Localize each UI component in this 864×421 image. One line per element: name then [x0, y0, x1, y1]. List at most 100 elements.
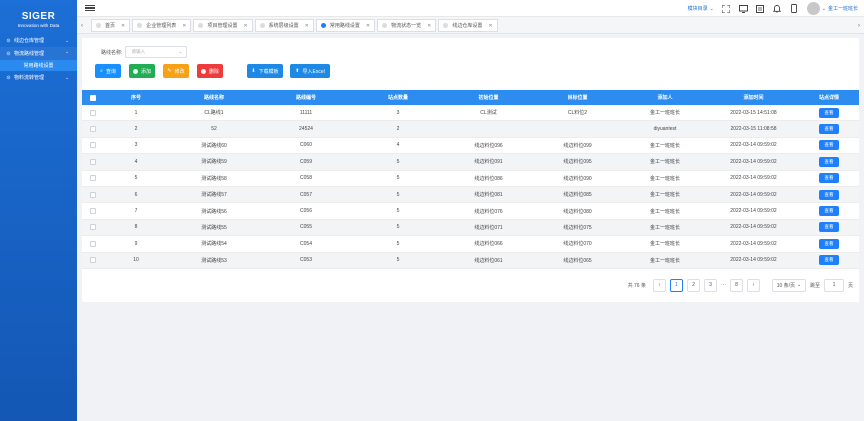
tab-logistics-status[interactable]: 物流状态一览 ✕: [377, 19, 437, 32]
chevron-left-icon[interactable]: ‹: [77, 17, 87, 34]
close-icon[interactable]: ✕: [427, 23, 431, 29]
table-body: 1 CL路线1 11111 3 CL测试 CL料位2 金工一班班长 2022-03-15 14…: [82, 105, 859, 269]
tab-warehouse-settings[interactable]: 线边仓库设置 ✕: [438, 19, 498, 32]
view-button[interactable]: 查看: [819, 140, 839, 151]
cell-route-name: 测试路线60: [201, 142, 227, 149]
view-button[interactable]: 查看: [819, 255, 839, 266]
page-size-select[interactable]: 10 条/页 ⌄: [771, 278, 806, 292]
next-page-button[interactable]: ›: [746, 278, 760, 292]
cell-index: 2: [134, 126, 138, 133]
view-button[interactable]: 查看: [819, 124, 839, 135]
cell-added-by: 金工一班班长: [649, 257, 680, 264]
tab-dot-icon: [382, 23, 388, 28]
view-button[interactable]: 查看: [819, 222, 839, 233]
query-button[interactable]: ⌕ 查询: [95, 64, 121, 78]
close-icon[interactable]: ✕: [243, 23, 247, 29]
sidebar-item-route-management[interactable]: ⊙ 物流路线管理 ⌃: [0, 47, 77, 60]
cell-start: 线边料位081: [474, 192, 503, 199]
page-button[interactable]: 3: [703, 278, 717, 292]
cell-target: 线边料位065: [563, 257, 592, 264]
goto-page-input[interactable]: 1: [823, 278, 844, 292]
user-menu[interactable]: ⌄ 金工一班班长: [806, 2, 858, 15]
cell-added-by: diyuantest: [653, 126, 677, 133]
view-button[interactable]: 查看: [819, 107, 839, 118]
tab-project-settings[interactable]: 项目管理设置 ✕: [193, 19, 253, 32]
prev-page-button[interactable]: ‹: [652, 278, 666, 292]
row-checkbox[interactable]: [90, 126, 96, 133]
row-select-cell: [82, 208, 104, 215]
page-button[interactable]: 1: [669, 278, 683, 292]
row-select-cell: [82, 126, 104, 133]
row-checkbox[interactable]: [90, 175, 96, 182]
bell-icon[interactable]: [773, 4, 782, 13]
row-checkbox[interactable]: [90, 191, 96, 198]
cell-added-time: 2022-03-14 09:59:02: [730, 191, 777, 198]
cell-added-time: 2022-03-14 09:59:02: [730, 208, 777, 215]
cell-station-count: 4: [396, 142, 400, 149]
close-icon[interactable]: ✕: [121, 23, 125, 29]
row-checkbox[interactable]: [90, 109, 96, 116]
cell-target: 线边料位090: [563, 175, 592, 182]
view-button[interactable]: 查看: [819, 206, 839, 217]
message-icon[interactable]: [756, 4, 765, 13]
sidebar-item-material-flow[interactable]: ⊙ 物料流转管理 ⌄: [0, 71, 77, 84]
row-checkbox[interactable]: [90, 158, 96, 165]
view-button[interactable]: 查看: [819, 238, 839, 249]
view-button[interactable]: 查看: [819, 156, 839, 167]
tab-home[interactable]: 首页 ✕: [91, 19, 131, 32]
delete-button[interactable]: 删除: [197, 64, 223, 78]
row-select-cell: [82, 158, 104, 165]
row-checkbox[interactable]: [90, 224, 96, 231]
page-ellipsis[interactable]: ···: [721, 282, 726, 288]
view-button[interactable]: 查看: [819, 189, 839, 200]
header-index: 序号: [130, 95, 141, 101]
row-checkbox[interactable]: [90, 240, 96, 247]
cell-route-code: C055: [300, 224, 312, 231]
cell-added-by: 金工一班班长: [649, 159, 680, 166]
mobile-icon[interactable]: [790, 4, 799, 13]
page-button[interactable]: 2: [686, 278, 700, 292]
sidebar: SIGER Innovation with Data ⊙ 线边仓库管理 ⌄ ⊙ …: [0, 0, 77, 421]
cell-start: 线边料位091: [474, 159, 503, 166]
button-label: 添加: [140, 68, 151, 75]
row-checkbox[interactable]: [90, 257, 96, 264]
view-button[interactable]: 查看: [819, 173, 839, 184]
close-icon[interactable]: ✕: [182, 23, 186, 29]
row-checkbox[interactable]: [90, 208, 96, 215]
sidebar-item-label: 物流路线管理: [14, 51, 45, 57]
sidebar-item-common-route[interactable]: 常用路线设置: [0, 60, 77, 71]
sidebar-item-warehouse[interactable]: ⊙ 线边仓库管理 ⌄: [0, 34, 77, 47]
add-button[interactable]: 添加: [129, 64, 155, 78]
tab-system-level[interactable]: 系统层级设置 ✕: [254, 19, 314, 32]
route-name-select[interactable]: 请输入 ⌄: [125, 46, 188, 58]
download-template-button[interactable]: ⬇ 下载模板: [247, 64, 283, 78]
cell-view: 查看: [799, 206, 859, 217]
tab-dot-icon: [320, 23, 326, 28]
chevron-right-icon[interactable]: ›: [854, 17, 864, 34]
button-label: 导入Excel: [302, 68, 325, 75]
page-button[interactable]: 8: [729, 278, 743, 292]
cell-route-name: 测试路线59: [201, 159, 227, 166]
tab-common-route[interactable]: 常用路线设置 ✕: [315, 19, 376, 32]
edit-button[interactable]: ✎ 修改: [163, 64, 189, 78]
menu-toggle-icon[interactable]: [85, 3, 95, 12]
tab-enterprise-list[interactable]: 企业管理列表 ✕: [132, 19, 192, 32]
module-nav-button[interactable]: 模块目录 ⌄: [688, 5, 714, 13]
button-label: 删除: [208, 68, 219, 75]
import-excel-button[interactable]: ⬆ 导入Excel: [290, 64, 330, 78]
cell-added-time: 2022-03-14 09:59:02: [730, 224, 777, 231]
close-icon[interactable]: ✕: [305, 23, 309, 29]
row-select-cell: [82, 175, 104, 182]
select-all-checkbox[interactable]: [90, 94, 96, 101]
fullscreen-icon[interactable]: [722, 4, 731, 13]
close-icon[interactable]: ✕: [366, 23, 370, 29]
cell-station-count: 5: [396, 191, 400, 198]
sidebar-item-label: 常用路线设置: [23, 63, 54, 69]
cell-added-by: 金工一班班长: [649, 208, 680, 215]
cell-view: 查看: [799, 173, 859, 184]
row-checkbox[interactable]: [90, 142, 96, 149]
edit-icon: ✎: [167, 68, 172, 74]
cell-station-count: 2: [396, 126, 400, 133]
close-icon[interactable]: ✕: [488, 23, 492, 29]
monitor-icon[interactable]: [738, 4, 748, 13]
